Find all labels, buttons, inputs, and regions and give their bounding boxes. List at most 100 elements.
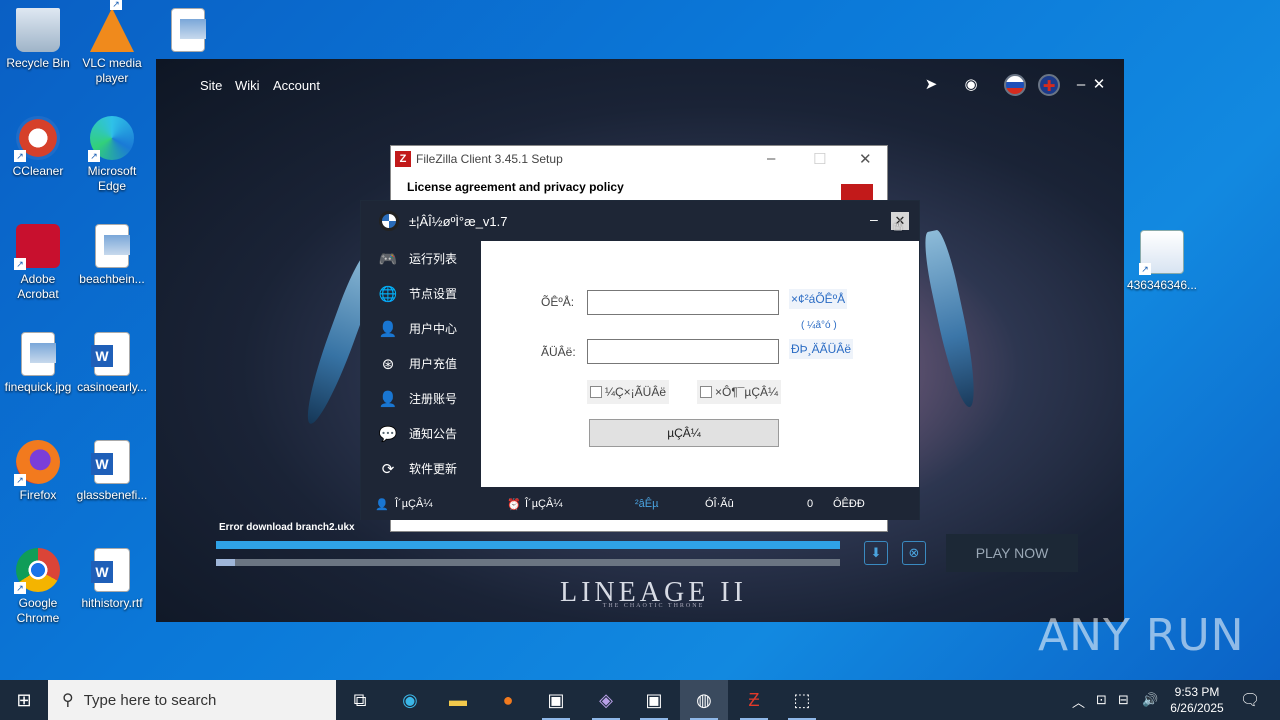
desktop-icon-label: hithistory.rtf xyxy=(81,596,143,610)
sidebar-item-recharge[interactable]: ⊛ 用户充值 xyxy=(361,346,481,381)
right-blade-decoration xyxy=(919,228,983,410)
sidebar-item-label: 用户中心 xyxy=(409,322,458,336)
refresh-icon: ⟳ xyxy=(381,460,395,478)
taskbar-launcher-icon[interactable]: ◈ xyxy=(582,680,630,720)
password-input[interactable] xyxy=(587,339,779,364)
status-state: ÔÊÐÐ xyxy=(833,498,865,510)
auto-login-checkbox[interactable]: ×Ô¶¯µÇÂ¼ xyxy=(697,380,782,404)
ccleaner-icon xyxy=(14,116,60,162)
desktop-icon-label: Recycle Bin xyxy=(6,56,70,70)
taskbar-clock[interactable]: 9:53 PM 6/26/2025 xyxy=(1162,684,1232,716)
desktop-icon-image-file[interactable] xyxy=(150,8,226,56)
desktop-icon-chrome[interactable]: Google Chrome xyxy=(0,548,76,626)
desktop-icon-hithistory[interactable]: W hithistory.rtf xyxy=(74,548,150,611)
telegram-icon[interactable]: ➤ xyxy=(920,74,942,96)
checkbox-label: ×Ô¶¯µÇÂ¼ xyxy=(715,385,779,399)
desktop-icon-finequick[interactable]: finequick.jpg xyxy=(0,332,76,395)
nav-wiki-link[interactable]: Wiki xyxy=(235,78,260,93)
status-online: ÓÎ·Ãû xyxy=(705,498,734,510)
add-user-icon: 👤 xyxy=(378,390,398,408)
taskbar-edge-icon[interactable]: ◉ xyxy=(386,680,434,720)
filezilla-icon: Z xyxy=(395,151,411,167)
sidebar-item-run-list[interactable]: 🎮 运行列表 xyxy=(361,241,481,276)
account-input[interactable] xyxy=(587,290,779,315)
launcher-topbar: Site Wiki Account ➤ ◉ ✚ – ✕ xyxy=(156,59,1124,115)
desktop-icon-casinoearly[interactable]: W casinoearly... xyxy=(74,332,150,395)
english-flag-icon[interactable]: ✚ xyxy=(1038,74,1060,96)
sidebar-item-label: 注册账号 xyxy=(409,392,458,406)
register-account-link[interactable]: ×¢²áÕÊºÅ xyxy=(789,289,848,309)
checkbox-label: ¼Ç×¡ÃÜÂë xyxy=(605,385,667,399)
desktop-icon-label: VLC media player xyxy=(82,56,142,85)
desktop-icon-436346346[interactable]: 436346346... xyxy=(1124,230,1200,293)
mouse-cursor-icon: ☝ xyxy=(893,218,903,235)
lineage-logo: LINEAGE II THE CHAOTIC THRONE xyxy=(560,577,747,609)
app-statusbar: 👤 Î´µÇÂ¼ ⏰ Î´µÇÂ¼ ²âÊµ ÓÎ·Ãû 0 ÔÊÐÐ xyxy=(361,487,919,520)
russian-flag-icon[interactable] xyxy=(1004,74,1026,96)
download-icon[interactable]: ⬇ xyxy=(864,541,888,565)
desktop-icon-beachbein[interactable]: beachbein... xyxy=(74,224,150,287)
task-view-icon[interactable]: ⧉ xyxy=(336,680,384,720)
desktop-icon-ccleaner[interactable]: CCleaner xyxy=(0,116,76,179)
taskbar-window2-icon[interactable]: ▣ xyxy=(630,680,678,720)
sidebar-item-label: 通知公告 xyxy=(409,427,458,441)
login-form: ÕÊºÅ: ×¢²áÕÊºÅ ( ¼â°ó ) ÃÜÂë: ÐÞ¸ÄÃÜÂë ¼… xyxy=(481,241,919,487)
tray-network-icon[interactable]: ⊟ xyxy=(1118,692,1129,708)
taskbar-installer-icon[interactable]: ⬚ xyxy=(778,680,826,720)
app-minimize-icon[interactable]: – xyxy=(870,211,878,227)
desktop-icon-recycle-bin[interactable]: Recycle Bin xyxy=(0,8,76,71)
status-user: Î´µÇÂ¼ xyxy=(395,498,433,510)
filezilla-heading: License agreement and privacy policy xyxy=(407,180,624,194)
filezilla-close-icon[interactable]: ✕ xyxy=(859,150,872,168)
desktop-icon-acrobat[interactable]: Adobe Acrobat xyxy=(0,224,76,302)
taskbar-search[interactable]: ⚲ Type here to search xyxy=(48,680,336,720)
sidebar-item-notice[interactable]: 💬 通知公告 xyxy=(361,416,481,451)
taskbar-firefox-icon[interactable]: ● xyxy=(484,680,532,720)
user-icon: 👤 xyxy=(378,320,398,338)
clock-date: 6/26/2025 xyxy=(1170,701,1224,715)
desktop-icon-label: Google Chrome xyxy=(16,596,60,625)
close-icon[interactable]: ✕ xyxy=(1088,74,1110,96)
filezilla-maximize-icon[interactable]: ☐ xyxy=(813,150,826,168)
sidebar-item-node-settings[interactable]: 🌐 节点设置 xyxy=(361,276,481,311)
tray-volume-icon[interactable]: 🔊 xyxy=(1142,692,1158,708)
wechat-icon: 💬 xyxy=(378,425,398,443)
sidebar-item-user-center[interactable]: 👤 用户中心 xyxy=(361,311,481,346)
status-points: ²âÊµ xyxy=(635,498,659,510)
desktop-icon-edge[interactable]: Microsoft Edge xyxy=(74,116,150,194)
image-file-icon xyxy=(95,224,130,268)
taskbar-filezilla-icon[interactable]: Ƶ xyxy=(730,680,778,720)
desktop-icon-glassbenefi[interactable]: W glassbenefi... xyxy=(74,440,150,503)
sidebar-item-label: 用户充值 xyxy=(409,357,458,371)
tray-meet-icon[interactable]: ⊡ xyxy=(1096,692,1107,708)
installer-icon xyxy=(1139,230,1184,275)
desktop-icon-vlc[interactable]: VLC media player xyxy=(74,0,150,86)
desktop-icon-label: CCleaner xyxy=(12,164,64,178)
remember-password-checkbox[interactable]: ¼Ç×¡ÃÜÂë xyxy=(587,380,670,404)
clock-time: 9:53 PM xyxy=(1174,685,1220,699)
filezilla-minimize-icon[interactable]: – xyxy=(767,150,775,167)
vlc-icon xyxy=(90,0,134,52)
filezilla-title: FileZilla Client 3.45.1 Setup xyxy=(416,152,563,166)
change-password-link[interactable]: ÐÞ¸ÄÃÜÂë xyxy=(789,339,854,359)
cancel-icon[interactable]: ⊗ xyxy=(902,541,926,565)
checkbox-box xyxy=(590,386,602,398)
desktop-icon-firefox[interactable]: Firefox xyxy=(0,440,76,503)
taskbar-bmw-app-icon[interactable]: ◍ xyxy=(680,680,728,720)
login-button[interactable]: µÇÂ¼ xyxy=(589,419,779,447)
play-now-button[interactable]: PLAY NOW xyxy=(946,534,1078,572)
tray-chevron-icon[interactable]: ︿ xyxy=(1072,692,1085,711)
word-file-icon: W xyxy=(91,440,130,484)
notification-icon[interactable]: 🗨 xyxy=(1240,690,1260,710)
password-label: ÃÜÂë: xyxy=(541,345,576,359)
sidebar-item-register[interactable]: 👤 注册账号 xyxy=(361,381,481,416)
taskbar-window-icon[interactable]: ▣ xyxy=(532,680,580,720)
taskbar-explorer-icon[interactable]: ▬ xyxy=(434,680,482,720)
nav-site-link[interactable]: Site xyxy=(200,78,222,93)
search-icon: ⚲ xyxy=(62,692,74,709)
discord-icon[interactable]: ◉ xyxy=(960,74,982,96)
sidebar-item-update[interactable]: ⟳ 软件更新 xyxy=(361,451,481,486)
overall-progress-bar xyxy=(216,559,840,566)
nav-account-link[interactable]: Account xyxy=(273,78,320,93)
start-button-icon[interactable]: ⊞ xyxy=(0,680,48,720)
